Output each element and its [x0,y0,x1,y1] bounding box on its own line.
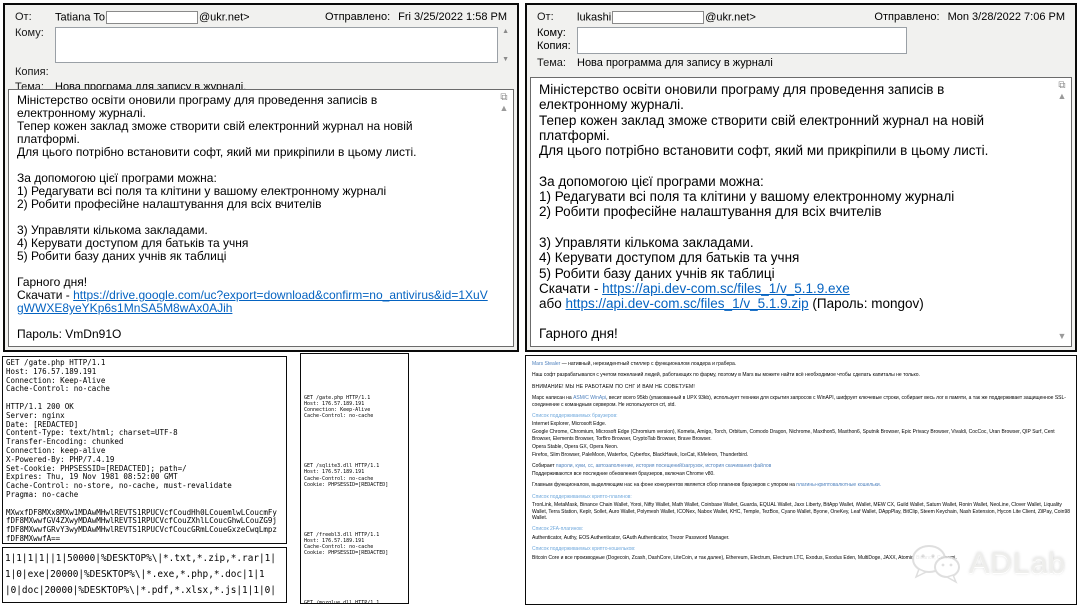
doc-browser-list: Internet Explorer, Microsoft Edge. [532,421,1070,427]
email-body: ⧉ ▲ ▼ Міністерство освіти оновили програ… [530,77,1072,347]
http-request-block: GET /sqlite3.dll HTTP/1.1 Host: 176.57.1… [304,463,405,487]
body-scroll-down-icon[interactable]: ▼ [1055,329,1069,344]
sent-value: Mon 3/28/2022 7:06 PM [948,11,1065,23]
http-request-response-capture: GET /gate.php HTTP/1.1 Host: 176.57.189.… [2,356,287,544]
download-link[interactable]: https://drive.google.com/uc?export=downl… [17,288,488,315]
cc-label: Копия: [15,66,55,78]
body-scroll-up-icon[interactable]: ▲ [500,103,509,113]
copy-page-icon[interactable]: ⧉ [497,92,511,103]
copy-page-icon[interactable]: ⧉ [1055,80,1069,91]
sent-label: Отправлено: [874,11,939,23]
doc-paragraph: Главным функционалом, выделяющим нас на … [532,482,1070,488]
to-cc-row: Кому: Копия: [537,27,1067,54]
http-request-block: GET /mozglue.dll HTTP/1.1 Host: 176.57.1… [304,600,405,604]
email-body-text: Міністерство освіти оновили програму для… [17,94,493,289]
sent-info: Отправлено: Fri 3/25/2022 1:58 PM [325,11,507,23]
doc-section-heading-crypto-plugins: Список поддерживаемых крипто-плагинов: [532,494,1070,500]
email-panel-right: От: lukashi@ukr.net> Отправлено: Mon 3/28… [525,3,1077,352]
doc-wallet-list: Bitcoin Core и все производные (Dogecoin… [532,555,1070,561]
email-body-text: Міністерство освіти оновили програму для… [539,82,1051,281]
doc-browser-list: Google Chrome, Chromium, Microsoft Edge … [532,429,1070,442]
subject-label: Тема: [537,57,577,69]
email-panel-left: От: Tatiana To@ukr.net> Отправлено: Fri 3… [3,3,519,352]
to-field[interactable] [55,27,498,63]
to-label: Кому: [537,27,577,40]
redacted-sender-box [612,11,704,24]
doc-browser-list: Opera Stable, Opera GX, Opera Neon. [532,444,1070,450]
to-label: Кому: [15,27,55,39]
doc-title-line: Mars Stealer — нативный, нерезидентный с… [532,361,1070,367]
doc-browser-list: Firefox, Slim Browser, PaleMoon, Waterfo… [532,452,1070,458]
report-composite: От: Tatiana To@ukr.net> Отправлено: Fri 3… [0,0,1080,607]
password-line: Пароль: VmDn91O [17,328,493,341]
doc-paragraph: Марс написан на ASM/C WinApi, весит всег… [532,395,1070,408]
download-link-zip[interactable]: https://api.dev-com.sc/files_1/v_5.1.9.z… [566,296,809,311]
doc-crypto-plugin-list: TronLink, MetaMask, Binance Chain Wallet… [532,502,1070,521]
sent-value: Fri 3/25/2022 1:58 PM [398,11,507,23]
from-value: lukashi@ukr.net> [577,11,756,24]
from-row: От: Tatiana To@ukr.net> Отправлено: Fri 3… [15,11,509,24]
to-field[interactable] [577,27,907,54]
email-header: От: Tatiana To@ukr.net> Отправлено: Fri 3… [5,5,517,93]
email-body: ⧉ ▲ Міністерство освіти оновили програму… [8,89,514,347]
body-scroll-up-icon[interactable]: ▲ [1058,91,1067,101]
cc-label: Копия: [537,40,577,53]
download-line-exe: Скачати - https://api.dev-com.sc/files_1… [539,281,1051,296]
sent-label: Отправлено: [325,11,390,23]
download-line: Скачати - https://drive.google.com/uc?ex… [17,289,493,315]
sent-info: Отправлено: Mon 3/28/2022 7:06 PM [874,11,1065,23]
from-row: От: lukashi@ukr.net> Отправлено: Mon 3/28… [537,11,1067,24]
from-label: От: [537,11,577,23]
scroll-up-icon[interactable]: ▲ [502,28,509,35]
doc-2fa-list: Authenticator, Authy, EOS Authenticator,… [532,535,1070,541]
download-link-exe[interactable]: https://api.dev-com.sc/files_1/v_5.1.9.e… [602,281,850,296]
redacted-sender-box [106,11,198,24]
mars-stealer-link[interactable]: Mars Stealer [532,361,560,367]
http-request-block: GET /freebl3.dll HTTP/1.1 Host: 176.57.1… [304,532,405,556]
doc-collects-line: Собирает пароли, куки, сс, автозаполнени… [532,463,1070,469]
from-label: От: [15,11,55,23]
cc-row: Копия: [15,66,509,78]
from-value: Tatiana To@ukr.net> [55,11,250,24]
email-header: От: lukashi@ukr.net> Отправлено: Mon 3/28… [527,5,1075,69]
download-line-zip: або https://api.dev-com.sc/files_1/v_5.1… [539,296,1051,311]
subject-value: Нова программа для запису в журналі [577,57,773,69]
mars-stealer-ad-document: Mars Stealer — нативный, нерезидентный с… [525,355,1077,605]
doc-paragraph: Наш софт разрабатывался с учетом пожелан… [532,372,1070,378]
doc-paragraph: Поддерживаются все последние обновления … [532,471,1070,477]
dll-request-capture: GET /gate.php HTTP/1.1 Host: 176.57.189.… [300,353,409,604]
doc-section-heading-2fa: Список 2FA-плагинов: [532,526,1070,532]
doc-section-heading-browsers: Список поддерживаемых браузеров: [532,413,1070,419]
doc-section-heading-wallets: Список поддерживаемых крипто-кошельков: [532,546,1070,552]
to-row: Кому: ▲ ▼ [15,27,509,63]
grabber-config-box: 1|1|1|1||1|50000|%DESKTOP%\|*.txt,*.zip,… [2,547,287,603]
subject-row: Тема: Нова программа для запису в журнал… [537,57,1067,69]
closing-line: Гарного дня! [539,326,1051,341]
http-request-block: GET /gate.php HTTP/1.1 Host: 176.57.189.… [304,395,405,419]
doc-warning-line: ВНИМАНИЕ! МЫ НЕ РАБОТАЕМ ПО СНГ И ВАМ НЕ… [532,384,1070,390]
scroll-down-icon[interactable]: ▼ [502,56,509,63]
